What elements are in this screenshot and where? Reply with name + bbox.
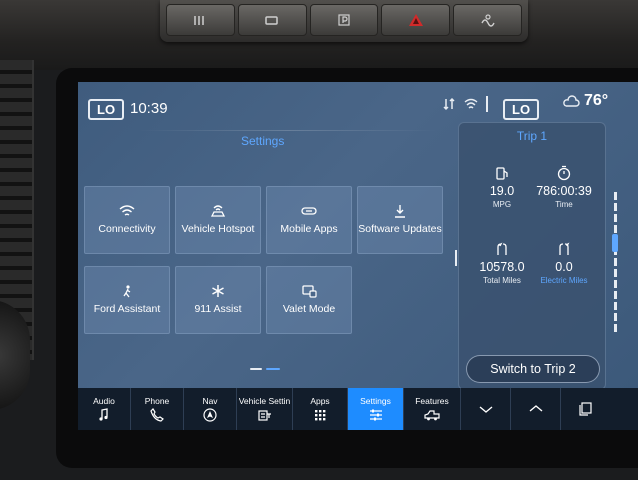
outside-temperature: 76°: [584, 92, 609, 109]
dock-label: Apps: [310, 396, 330, 406]
tile-mobile-apps[interactable]: Mobile Apps: [266, 186, 352, 254]
camera-icon: [265, 16, 278, 25]
electric-miles-value: 0.0: [555, 260, 573, 274]
stopwatch-icon: [557, 165, 571, 181]
chevron-down-icon: [479, 406, 492, 413]
side-scrollbar-thumb[interactable]: [612, 234, 618, 252]
dock-phone[interactable]: Phone: [131, 388, 184, 430]
navigation-icon: [203, 408, 217, 422]
dock-settings[interactable]: Settings: [348, 388, 404, 430]
tile-911-assist[interactable]: 911 Assist: [175, 266, 261, 334]
traction-off-icon: [480, 14, 495, 27]
traction-off-hard-button[interactable]: [453, 4, 522, 36]
dock-expand-button[interactable]: [511, 388, 561, 430]
tile-connectivity[interactable]: Connectivity: [84, 186, 170, 254]
tile-label: Valet Mode: [282, 303, 336, 315]
side-scrollbar[interactable]: [614, 192, 617, 332]
tile-label: Connectivity: [98, 223, 156, 235]
mpg-value: 19.0: [489, 184, 515, 198]
dock-label: Audio: [93, 396, 115, 406]
dock-label: Settings: [360, 396, 391, 406]
dock-apps[interactable]: Apps: [293, 388, 348, 430]
dock-vehicle-settings[interactable]: Vehicle Settin: [237, 388, 293, 430]
signal-icon: [443, 97, 455, 111]
stat-total-miles: 10578.0 Total Miles: [467, 241, 537, 285]
fuel-pump-icon: [496, 167, 508, 180]
hazard-icon: [408, 14, 423, 26]
seat-heat-icon: [194, 16, 205, 25]
park-icon: [338, 14, 350, 26]
music-note-icon: [99, 408, 108, 421]
valet-lock-icon: [302, 285, 317, 298]
hotspot-icon: [210, 205, 226, 217]
passenger-temp-setting[interactable]: LO: [503, 99, 540, 120]
driver-temp-setting[interactable]: LO: [88, 99, 125, 120]
total-miles-label: Total Miles: [483, 276, 521, 285]
dock-cards-button[interactable]: [561, 388, 608, 430]
rear-defrost-hard-button[interactable]: [166, 4, 235, 36]
bottom-dock: Audio Phone Nav Vehicle Settin Apps Sett…: [78, 388, 638, 430]
status-icons: [442, 96, 488, 112]
dock-audio[interactable]: Audio: [78, 388, 131, 430]
tile-label: 911 Assist: [194, 303, 242, 315]
link-icon: [301, 207, 317, 215]
time-value: 786:00:39: [536, 184, 592, 198]
trip-panel: Trip 1 19.0 MPG 786:00:39 Time 10578.0 T…: [458, 122, 606, 390]
truck-icon: [424, 410, 440, 421]
chevron-up-icon: [529, 405, 542, 412]
cards-icon: [578, 402, 592, 416]
tile-valet-mode[interactable]: Valet Mode: [266, 266, 352, 334]
tile-label: Vehicle Hotspot: [181, 223, 255, 235]
dock-nav[interactable]: Nav: [184, 388, 237, 430]
settings-sliders-icon: [369, 409, 382, 421]
download-icon: [395, 205, 405, 218]
dock-label: Phone: [144, 396, 170, 406]
dock-label: Vehicle Settin: [238, 396, 291, 406]
time-label: Time: [555, 200, 573, 209]
switch-trip-button[interactable]: Switch to Trip 2: [466, 355, 600, 383]
vehicle-settings-icon: [257, 410, 271, 421]
tile-label: Software Updates: [358, 223, 442, 235]
hazard-hard-button[interactable]: [381, 4, 451, 36]
park-assist-hard-button[interactable]: [309, 4, 379, 36]
wifi-status-icon: [464, 98, 478, 109]
hard-button-strip: [160, 0, 528, 42]
stat-electric-miles: 0.0 Electric Miles: [529, 241, 599, 285]
apps-grid-icon: [315, 410, 326, 421]
dock-collapse-button[interactable]: [461, 388, 511, 430]
electric-route-icon: [559, 242, 570, 255]
assistant-icon: [123, 285, 131, 298]
title-divider: [138, 130, 438, 131]
phone-icon: [150, 408, 164, 422]
clock: 10:39: [130, 100, 168, 117]
page-indicator: [250, 368, 280, 370]
emergency-icon: [212, 285, 224, 297]
status-divider: [486, 96, 488, 112]
tile-software-updates[interactable]: Software Updates: [357, 186, 443, 254]
route-icon: [497, 242, 507, 255]
tile-label: Ford Assistant: [93, 303, 161, 315]
trip-title: Trip 1: [516, 129, 548, 143]
mpg-label: MPG: [492, 200, 512, 209]
wifi-icon: [119, 205, 135, 216]
tile-label: Mobile Apps: [280, 223, 338, 235]
dock-label: Nav: [202, 396, 218, 406]
camera-hard-button[interactable]: [237, 4, 307, 36]
total-miles-value: 10578.0: [479, 260, 525, 274]
status-bar: LO 10:39 LO 76°: [78, 82, 638, 120]
stat-time: 786:00:39 Time: [529, 165, 599, 209]
electric-miles-label: Electric Miles: [540, 276, 588, 285]
page-dot-active[interactable]: [266, 368, 280, 370]
page-title: Settings: [241, 134, 285, 148]
tile-vehicle-hotspot[interactable]: Vehicle Hotspot: [175, 186, 261, 254]
tile-ford-assistant[interactable]: Ford Assistant: [84, 266, 170, 334]
infotainment-display: LO 10:39 LO 76° Settings Connectivity Ve…: [78, 82, 638, 430]
cloud-sun-icon: [563, 95, 580, 107]
stat-mpg: 19.0 MPG: [467, 165, 537, 209]
scroll-marker: [455, 250, 457, 266]
page-dot[interactable]: [250, 368, 262, 370]
dock-features[interactable]: Features: [404, 388, 461, 430]
dock-label: Features: [415, 396, 449, 406]
